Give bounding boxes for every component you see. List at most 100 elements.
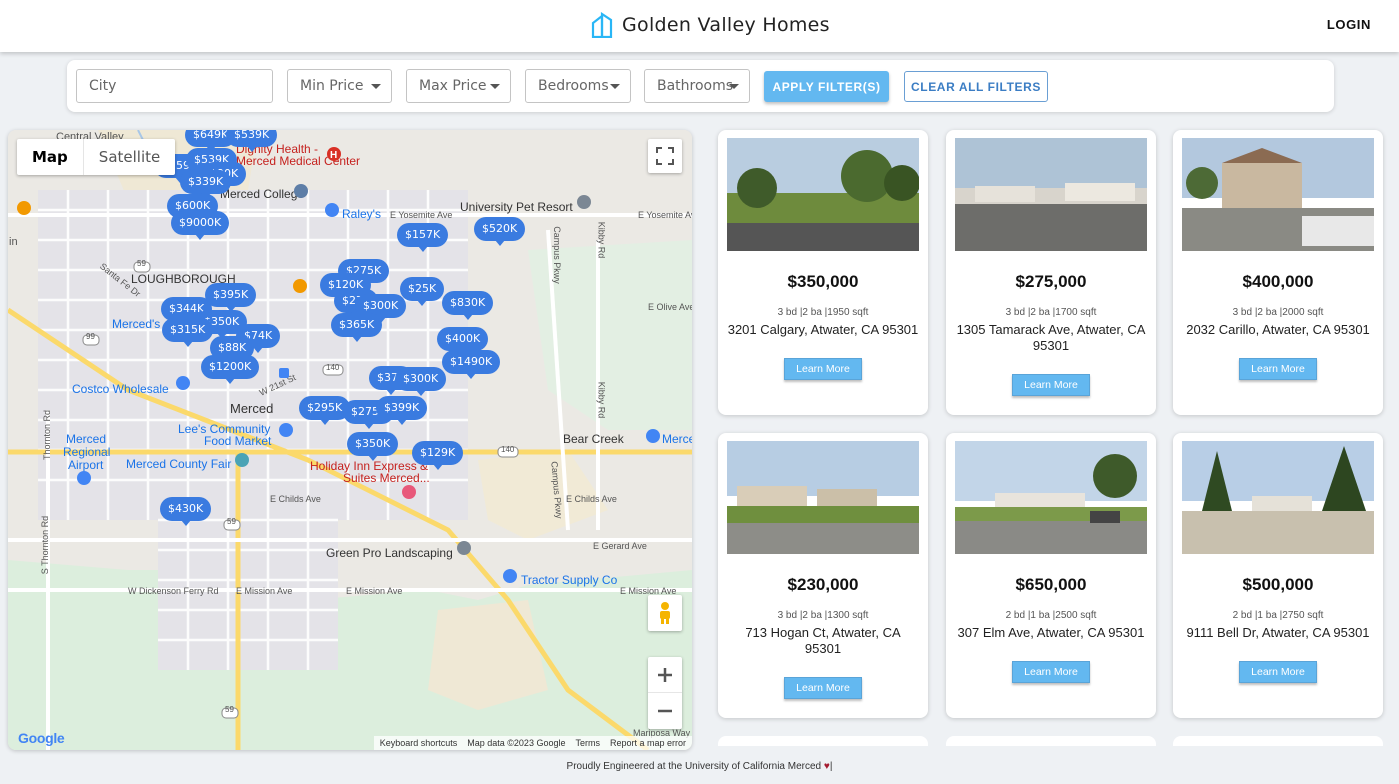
listing-card[interactable]: $350,000 3 bd |2 ba |1950 sqft 3201 Calg… <box>718 130 928 415</box>
learn-more-button[interactable]: Learn More <box>1239 358 1317 380</box>
hotel-pin-icon[interactable] <box>401 484 417 502</box>
map-label: Bear Creek <box>563 432 624 446</box>
price-pin[interactable]: $830K <box>442 291 494 320</box>
chevron-down-icon <box>610 84 620 89</box>
listing-photo[interactable] <box>727 138 919 251</box>
listing-card[interactable]: $400,000 3 bd |2 ba |2000 sqft 2032 Cari… <box>1173 130 1383 415</box>
learn-more-button[interactable]: Learn More <box>784 677 862 699</box>
listing-card[interactable]: $275,000 3 bd |2 ba |1700 sqft 1305 Tama… <box>946 130 1156 415</box>
map-label: Merced's <box>112 317 161 331</box>
map-type-map-button[interactable]: Map <box>17 139 84 175</box>
keyboard-shortcuts-link[interactable]: Keyboard shortcuts <box>380 738 458 748</box>
listing-photo[interactable] <box>1182 138 1374 251</box>
max-price-select[interactable]: Max Price <box>406 69 511 103</box>
min-price-select[interactable]: Min Price <box>287 69 392 103</box>
brand[interactable]: Golden Valley Homes <box>590 12 830 38</box>
map-attribution: Keyboard shortcuts Map data ©2023 Google… <box>373 736 692 750</box>
house-outline-icon <box>591 12 613 38</box>
learn-more-button[interactable]: Learn More <box>784 358 862 380</box>
hospital-pin-icon[interactable]: H <box>326 146 342 164</box>
shopping-pin-icon[interactable] <box>175 375 191 393</box>
school-pin-icon[interactable] <box>293 183 309 199</box>
learn-more-button[interactable]: Learn More <box>1239 661 1317 683</box>
listing-price: $230,000 <box>787 575 859 594</box>
price-pin[interactable]: $339K <box>180 170 232 199</box>
place-pin-icon[interactable] <box>576 194 592 212</box>
price-pin[interactable]: $25K <box>400 277 445 306</box>
price-pin[interactable]: $395K <box>205 283 257 312</box>
min-price-label: Min Price <box>300 78 364 94</box>
map-label: Regional <box>63 445 111 459</box>
listing-photo[interactable] <box>955 138 1147 251</box>
route-shield: 59 <box>227 517 236 526</box>
price-pin[interactable]: $350K <box>347 432 399 461</box>
fullscreen-button[interactable] <box>648 139 682 173</box>
restaurant-pin-icon[interactable] <box>292 278 308 296</box>
listing-card[interactable]: $230,000 3 bd |2 ba |1300 sqft 713 Hogan… <box>718 433 928 718</box>
fair-pin-icon[interactable] <box>234 452 250 470</box>
restaurant-pin-icon[interactable] <box>16 200 32 218</box>
price-pin[interactable]: $1200K <box>201 355 260 384</box>
house-photo <box>955 441 1147 554</box>
transit-icon <box>279 368 289 378</box>
page-footer: Proudly Engineered at the University of … <box>0 761 1399 772</box>
city-input[interactable]: City <box>76 69 273 103</box>
airport-pin-icon[interactable] <box>76 470 92 488</box>
shopping-pin-icon[interactable] <box>502 568 518 586</box>
bedrooms-select[interactable]: Bedrooms <box>525 69 631 103</box>
map-label: Costco Wholesale <box>72 382 169 396</box>
learn-more-button[interactable]: Learn More <box>1012 374 1090 396</box>
map-type-control: Map Satellite <box>17 139 176 175</box>
map-label: Merced County Fair <box>126 457 232 471</box>
price-pin[interactable]: $315K <box>162 318 214 347</box>
listing-card[interactable]: $500,000 2 bd |1 ba |2750 sqft 9111 Bell… <box>1173 433 1383 718</box>
map-view[interactable]: 59 59 59 99 140 140 Central Valley Digni… <box>8 130 692 750</box>
report-error-link[interactable]: Report a map error <box>610 738 686 748</box>
price-pin[interactable]: $129K <box>412 441 464 470</box>
house-photo <box>955 138 1147 251</box>
terms-link[interactable]: Terms <box>575 738 600 748</box>
listing-photo[interactable] <box>727 441 919 554</box>
clear-filters-button[interactable]: CLEAR ALL FILTERS <box>904 71 1048 102</box>
listing-address: 307 Elm Ave, Atwater, CA 95301 <box>957 625 1145 640</box>
chevron-down-icon <box>490 84 500 89</box>
house-photo <box>1182 138 1374 251</box>
zoom-in-button[interactable] <box>648 657 682 693</box>
price-pin[interactable]: $9000K <box>171 211 230 240</box>
learn-more-button[interactable]: Learn More <box>1012 661 1090 683</box>
price-pin[interactable]: $520K <box>474 217 526 246</box>
map-label: E Yosemite Ave <box>390 210 453 220</box>
price-pin[interactable]: $157K <box>397 223 449 252</box>
price-pin[interactable]: $1490K <box>442 350 501 379</box>
max-price-label: Max Price <box>419 78 487 94</box>
listing-photo[interactable] <box>955 441 1147 554</box>
minus-icon <box>658 709 672 713</box>
route-shield: 59 <box>225 705 234 714</box>
map-type-satellite-button[interactable]: Satellite <box>84 139 175 175</box>
filter-bar: City Min Price Max Price Bedrooms Bathro… <box>67 60 1334 112</box>
map-label: Raley's <box>342 207 381 221</box>
bathrooms-select[interactable]: Bathrooms <box>644 69 750 103</box>
zoom-out-button[interactable] <box>648 693 682 729</box>
price-pin[interactable]: $539K <box>226 130 278 152</box>
price-pin[interactable]: $400K <box>437 327 489 356</box>
map-label: Merced College <box>220 187 305 201</box>
route-shield: 140 <box>326 363 340 372</box>
price-pin[interactable]: $399K <box>376 396 428 425</box>
google-logo[interactable]: Google <box>18 730 65 746</box>
login-link[interactable]: LOGIN <box>1327 17 1371 32</box>
listing-card[interactable]: $650,000 2 bd |1 ba |2500 sqft 307 Elm A… <box>946 433 1156 718</box>
price-pin[interactable]: $430K <box>160 497 212 526</box>
listing-photo[interactable] <box>1182 441 1374 554</box>
listing-price: $275,000 <box>1015 272 1087 291</box>
apply-filters-button[interactable]: APPLY FILTER(S) <box>764 71 889 102</box>
price-pin[interactable]: $300K <box>395 367 447 396</box>
map-label: University Pet Resort <box>460 200 573 214</box>
street-view-pegman[interactable] <box>648 595 682 631</box>
place-pin-icon[interactable] <box>456 540 472 558</box>
shopping-pin-icon[interactable] <box>278 422 294 440</box>
shopping-pin-icon[interactable] <box>324 202 340 220</box>
price-pin[interactable]: $365K <box>331 313 383 342</box>
shopping-pin-icon[interactable] <box>645 428 661 446</box>
house-photo <box>727 138 919 251</box>
